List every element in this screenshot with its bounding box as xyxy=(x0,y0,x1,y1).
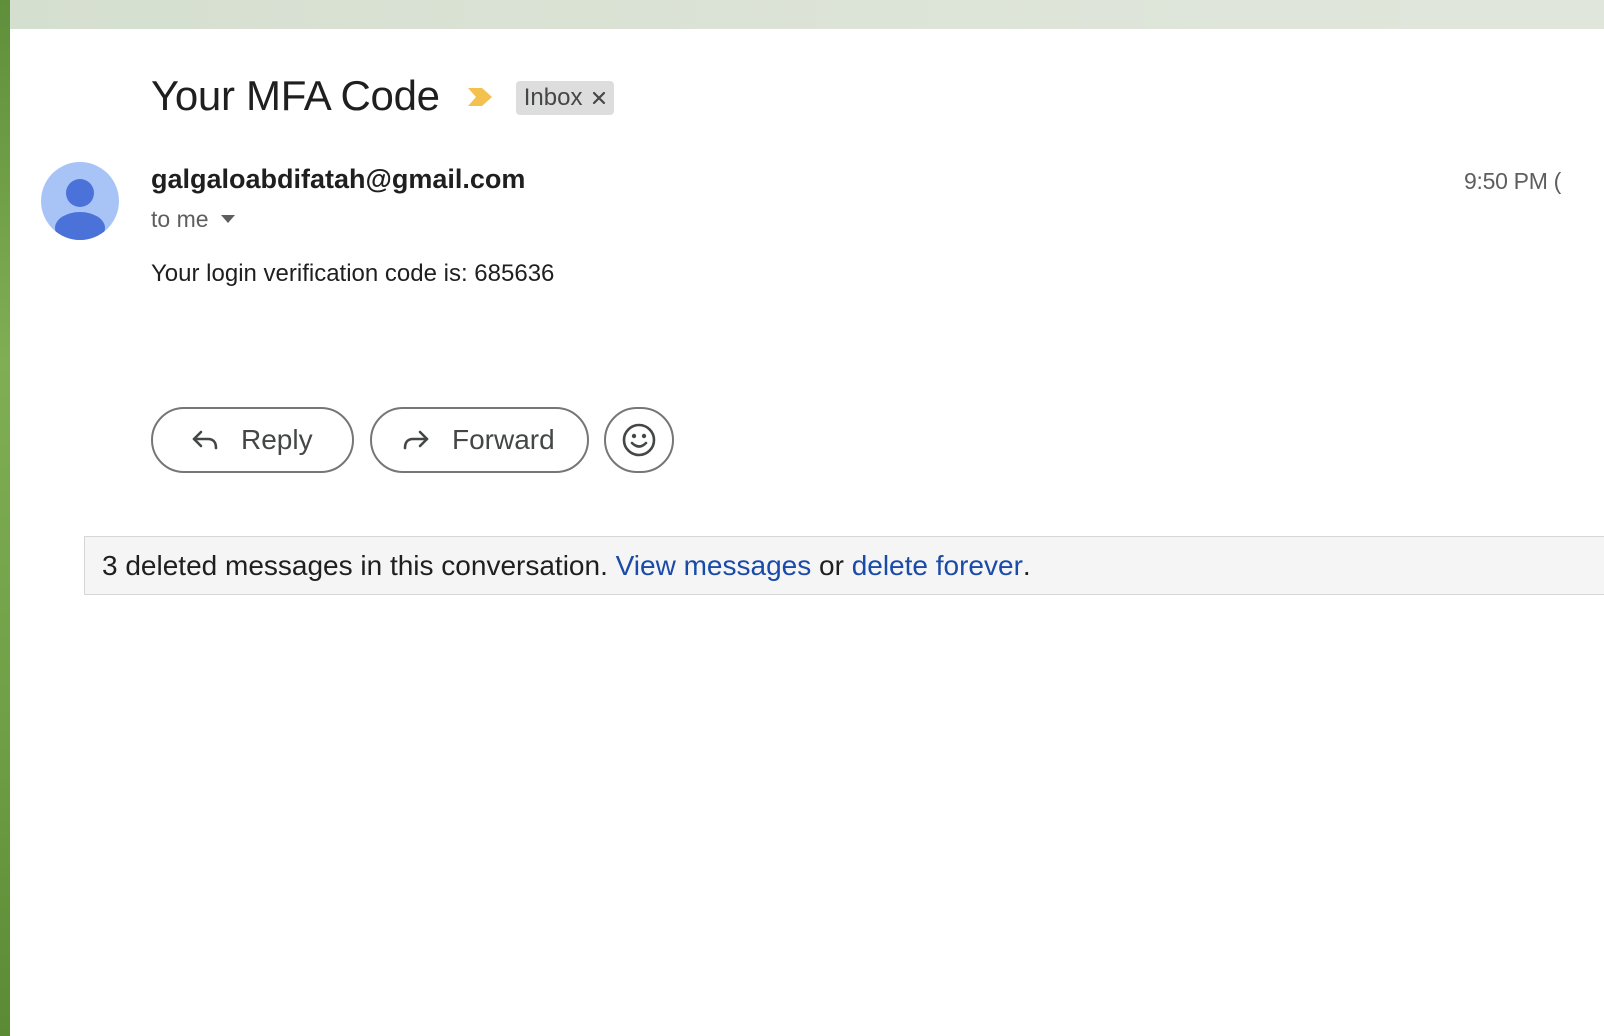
emoji-reaction-button[interactable] xyxy=(604,407,674,473)
label-text: Inbox xyxy=(523,84,583,111)
recipients-row: to me xyxy=(151,206,235,233)
forward-label: Forward xyxy=(452,424,555,455)
caret-down-icon[interactable] xyxy=(220,215,235,224)
email-subject: Your MFA Code xyxy=(151,72,440,119)
reply-button[interactable]: Reply xyxy=(151,407,354,473)
top-band xyxy=(10,0,1604,29)
subject-row: Your MFA Code Inbox xyxy=(151,70,615,122)
delete-forever-link[interactable]: delete forever xyxy=(852,550,1023,582)
forward-button[interactable]: Forward xyxy=(370,407,589,473)
email-timestamp: 9:50 PM ( xyxy=(1464,168,1562,194)
deleted-notice-text: 3 deleted messages in this conversation. xyxy=(102,549,608,581)
deleted-notice-end: . xyxy=(1022,549,1031,581)
recipients-text: to me xyxy=(151,206,209,232)
default-avatar-icon xyxy=(55,179,105,240)
smiley-icon xyxy=(622,423,656,457)
close-icon[interactable] xyxy=(592,91,606,105)
email-body: Your login verification code is: 685636 xyxy=(151,260,555,287)
reply-label: Reply xyxy=(241,424,313,455)
deleted-messages-notice: 3 deleted messages in this conversation.… xyxy=(84,536,1604,595)
sender-email[interactable]: galgaloabdifatah@gmail.com xyxy=(151,164,525,195)
sender-avatar[interactable] xyxy=(41,162,119,240)
inbox-label-chip: Inbox xyxy=(515,81,615,115)
deleted-notice-connector: or xyxy=(819,549,844,581)
importance-marker-icon[interactable] xyxy=(466,86,494,108)
forward-arrow-icon xyxy=(403,430,429,450)
email-view: Your MFA Code Inbox galgaloabdifatah@gma… xyxy=(0,0,1604,1036)
view-messages-link[interactable]: View messages xyxy=(616,550,812,582)
background-strip xyxy=(0,0,10,1036)
reply-arrow-icon xyxy=(192,430,218,450)
